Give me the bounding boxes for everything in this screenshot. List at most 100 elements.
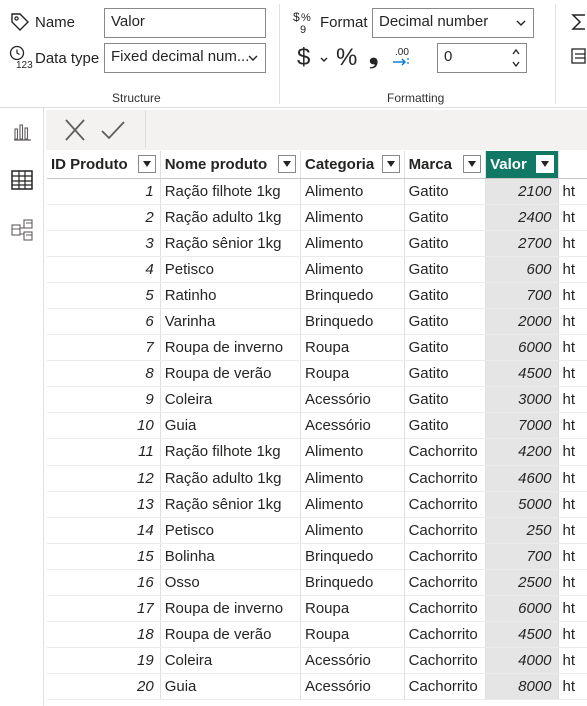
column-header-valor[interactable]: Valor xyxy=(485,151,559,179)
cell-categoria[interactable]: Roupa xyxy=(300,360,405,388)
table-row[interactable]: 12 Ração adulto 1kg Alimento Cachorrito 4600… xyxy=(47,465,587,492)
cell-extra[interactable]: ht xyxy=(558,595,587,623)
cell-categoria[interactable]: Alimento xyxy=(300,465,405,492)
table-row[interactable]: 15 Bolinha Brinquedo Cachorrito 700 ht xyxy=(47,543,587,570)
percent-button[interactable]: % xyxy=(336,46,357,70)
cell-valor[interactable]: 600 xyxy=(485,256,559,283)
cell-marca[interactable]: Gatito xyxy=(404,204,487,231)
cell-id[interactable]: 19 xyxy=(47,647,161,675)
cell-nome[interactable]: Coleira xyxy=(160,647,301,675)
table-row[interactable]: 7 Roupa de inverno Roupa Gatito 6000 ht xyxy=(47,334,587,362)
table-row[interactable]: 18 Roupa de verão Roupa Cachorrito 4500 ht xyxy=(47,621,587,649)
cell-valor[interactable]: 2000 xyxy=(485,308,559,336)
cell-valor[interactable]: 700 xyxy=(485,282,559,309)
filter-dropdown-icon[interactable] xyxy=(137,155,156,173)
cell-extra[interactable]: ht xyxy=(558,230,587,257)
cell-marca[interactable]: Gatito xyxy=(404,256,487,283)
table-row[interactable]: 8 Roupa de verão Roupa Gatito 4500 ht xyxy=(47,360,587,388)
cell-nome[interactable]: Roupa de inverno xyxy=(160,334,301,362)
cell-extra[interactable]: ht xyxy=(558,621,587,649)
cell-marca[interactable]: Gatito xyxy=(404,386,487,414)
cell-extra[interactable]: ht xyxy=(558,386,587,414)
filter-dropdown-icon[interactable] xyxy=(535,155,554,173)
cell-extra[interactable]: ht xyxy=(558,465,587,492)
cell-nome[interactable]: Roupa de inverno xyxy=(160,595,301,623)
cell-extra[interactable]: ht xyxy=(558,438,587,466)
cell-nome[interactable]: Ratinho xyxy=(160,282,301,309)
properties-icon[interactable] xyxy=(570,46,587,66)
report-view-button[interactable] xyxy=(8,118,36,146)
cell-marca[interactable]: Cachorrito xyxy=(404,465,487,492)
cell-valor[interactable]: 5000 xyxy=(485,491,559,518)
cell-id[interactable]: 10 xyxy=(47,412,161,440)
cell-marca[interactable]: Cachorrito xyxy=(404,673,487,701)
cell-nome[interactable]: Coleira xyxy=(160,386,301,414)
cell-extra[interactable]: ht xyxy=(558,308,587,336)
cell-nome[interactable]: Ração adulto 1kg xyxy=(160,204,301,231)
table-row[interactable]: 19 Coleira Acessório Cachorrito 4000 ht xyxy=(47,647,587,675)
table-row[interactable]: 2 Ração adulto 1kg Alimento Gatito 2400 ht xyxy=(47,204,587,231)
filter-dropdown-icon[interactable] xyxy=(463,155,482,173)
cell-id[interactable]: 6 xyxy=(47,308,161,336)
cell-categoria[interactable]: Alimento xyxy=(300,178,405,205)
cell-categoria[interactable]: Brinquedo xyxy=(300,543,405,570)
cell-categoria[interactable]: Alimento xyxy=(300,256,405,283)
cell-categoria[interactable]: Roupa xyxy=(300,595,405,623)
name-input[interactable]: Valor xyxy=(104,8,266,38)
table-row[interactable]: 10 Guia Acessório Gatito 7000 ht xyxy=(47,412,587,440)
cell-nome[interactable]: Ração adulto 1kg xyxy=(160,465,301,492)
auto-decimal-icon[interactable]: .00 xyxy=(391,44,415,70)
cell-extra[interactable]: ht xyxy=(558,517,587,544)
table-row[interactable]: 16 Osso Brinquedo Cachorrito 2500 ht xyxy=(47,569,587,597)
table-row[interactable]: 1 Ração filhote 1kg Alimento Gatito 2100 ht xyxy=(47,178,587,205)
cell-nome[interactable]: Ração filhote 1kg xyxy=(160,178,301,205)
cell-extra[interactable]: ht xyxy=(558,412,587,440)
cell-marca[interactable]: Cachorrito xyxy=(404,438,487,466)
cell-marca[interactable]: Cachorrito xyxy=(404,569,487,597)
cell-valor[interactable]: 6000 xyxy=(485,595,559,623)
cell-marca[interactable]: Cachorrito xyxy=(404,621,487,649)
model-view-button[interactable] xyxy=(8,216,36,244)
stepper-down-icon[interactable] xyxy=(511,59,521,69)
cell-valor[interactable]: 250 xyxy=(485,517,559,544)
stepper-up-icon[interactable] xyxy=(511,47,521,57)
cell-id[interactable]: 7 xyxy=(47,334,161,362)
cell-nome[interactable]: Roupa de verão xyxy=(160,621,301,649)
cell-categoria[interactable]: Roupa xyxy=(300,334,405,362)
cell-categoria[interactable]: Acessório xyxy=(300,386,405,414)
cell-id[interactable]: 20 xyxy=(47,673,161,701)
cell-marca[interactable]: Cachorrito xyxy=(404,647,487,675)
cell-valor[interactable]: 2700 xyxy=(485,230,559,257)
cell-valor[interactable]: 4000 xyxy=(485,647,559,675)
cell-id[interactable]: 16 xyxy=(47,569,161,597)
cell-nome[interactable]: Ração sênior 1kg xyxy=(160,230,301,257)
cell-valor[interactable]: 6000 xyxy=(485,334,559,362)
cell-id[interactable]: 2 xyxy=(47,204,161,231)
cell-valor[interactable]: 4200 xyxy=(485,438,559,466)
table-row[interactable]: 11 Ração filhote 1kg Alimento Cachorrito 420… xyxy=(47,438,587,466)
cell-extra[interactable]: ht xyxy=(558,282,587,309)
cell-valor[interactable]: 7000 xyxy=(485,412,559,440)
cell-valor[interactable]: 3000 xyxy=(485,386,559,414)
cell-nome[interactable]: Ração filhote 1kg xyxy=(160,438,301,466)
cell-categoria[interactable]: Alimento xyxy=(300,517,405,544)
cell-valor[interactable]: 8000 xyxy=(485,673,559,701)
cell-nome[interactable]: Roupa de verão xyxy=(160,360,301,388)
cell-id[interactable]: 5 xyxy=(47,282,161,309)
table-row[interactable]: 6 Varinha Brinquedo Gatito 2000 ht xyxy=(47,308,587,336)
cell-id[interactable]: 4 xyxy=(47,256,161,283)
sigma-icon[interactable] xyxy=(570,12,587,32)
cell-categoria[interactable]: Acessório xyxy=(300,647,405,675)
cell-id[interactable]: 13 xyxy=(47,491,161,518)
table-row[interactable]: 9 Coleira Acessório Gatito 3000 ht xyxy=(47,386,587,414)
cell-extra[interactable]: ht xyxy=(558,178,587,205)
column-header-id-produto[interactable]: ID Produto xyxy=(47,151,161,179)
check-icon[interactable] xyxy=(100,118,126,142)
cell-categoria[interactable]: Alimento xyxy=(300,204,405,231)
filter-dropdown-icon[interactable] xyxy=(381,155,400,173)
cell-categoria[interactable]: Brinquedo xyxy=(300,569,405,597)
column-header-nome-produto[interactable]: Nome produto xyxy=(160,151,301,179)
table-row[interactable]: 5 Ratinho Brinquedo Gatito 700 ht xyxy=(47,282,587,309)
cell-categoria[interactable]: Brinquedo xyxy=(300,308,405,336)
comma-style-button[interactable]: ❟ xyxy=(369,44,378,68)
